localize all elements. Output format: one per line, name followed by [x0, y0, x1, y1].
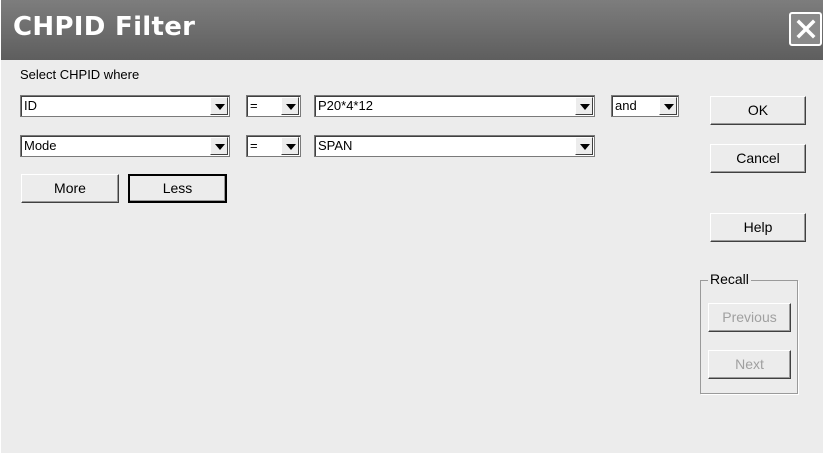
dialog-title: CHPID Filter: [13, 12, 196, 42]
recall-group-label: Recall: [708, 271, 751, 287]
less-button[interactable]: Less: [128, 174, 227, 203]
row2-value-value: SPAN: [318, 138, 353, 153]
more-button[interactable]: More: [21, 174, 119, 203]
ok-button[interactable]: OK: [710, 96, 806, 125]
row1-field-select[interactable]: ID: [20, 95, 230, 117]
row1-value-value: P20*4*12: [318, 98, 373, 113]
chevron-down-icon[interactable]: [210, 97, 228, 115]
chevron-down-icon[interactable]: [210, 137, 228, 155]
next-button[interactable]: Next: [708, 350, 791, 379]
chevron-down-icon[interactable]: [575, 137, 593, 155]
row2-operator-select[interactable]: =: [246, 135, 301, 157]
row2-value-select[interactable]: SPAN: [314, 135, 595, 157]
row2-field-value: Mode: [24, 138, 57, 153]
select-prompt-label: Select CHPID where: [20, 67, 140, 82]
row1-connector-value: and: [615, 98, 637, 113]
chevron-down-icon[interactable]: [575, 97, 593, 115]
close-icon: [796, 19, 816, 39]
row2-operator-value: =: [250, 138, 258, 153]
chevron-down-icon[interactable]: [281, 97, 299, 115]
row1-field-value: ID: [24, 98, 37, 113]
chevron-down-icon[interactable]: [659, 97, 677, 115]
title-bar[interactable]: CHPID Filter: [1, 0, 823, 60]
row2-field-select[interactable]: Mode: [20, 135, 230, 157]
row1-connector-select[interactable]: and: [611, 95, 679, 117]
previous-button[interactable]: Previous: [708, 303, 791, 332]
chevron-down-icon[interactable]: [281, 137, 299, 155]
row1-value-select[interactable]: P20*4*12: [314, 95, 595, 117]
close-button[interactable]: [789, 12, 822, 46]
row1-operator-select[interactable]: =: [246, 95, 301, 117]
chpid-filter-dialog: CHPID Filter Select CHPID where ID = P20…: [0, 0, 823, 453]
row1-operator-value: =: [250, 98, 258, 113]
cancel-button[interactable]: Cancel: [710, 144, 806, 173]
help-button[interactable]: Help: [710, 213, 806, 242]
